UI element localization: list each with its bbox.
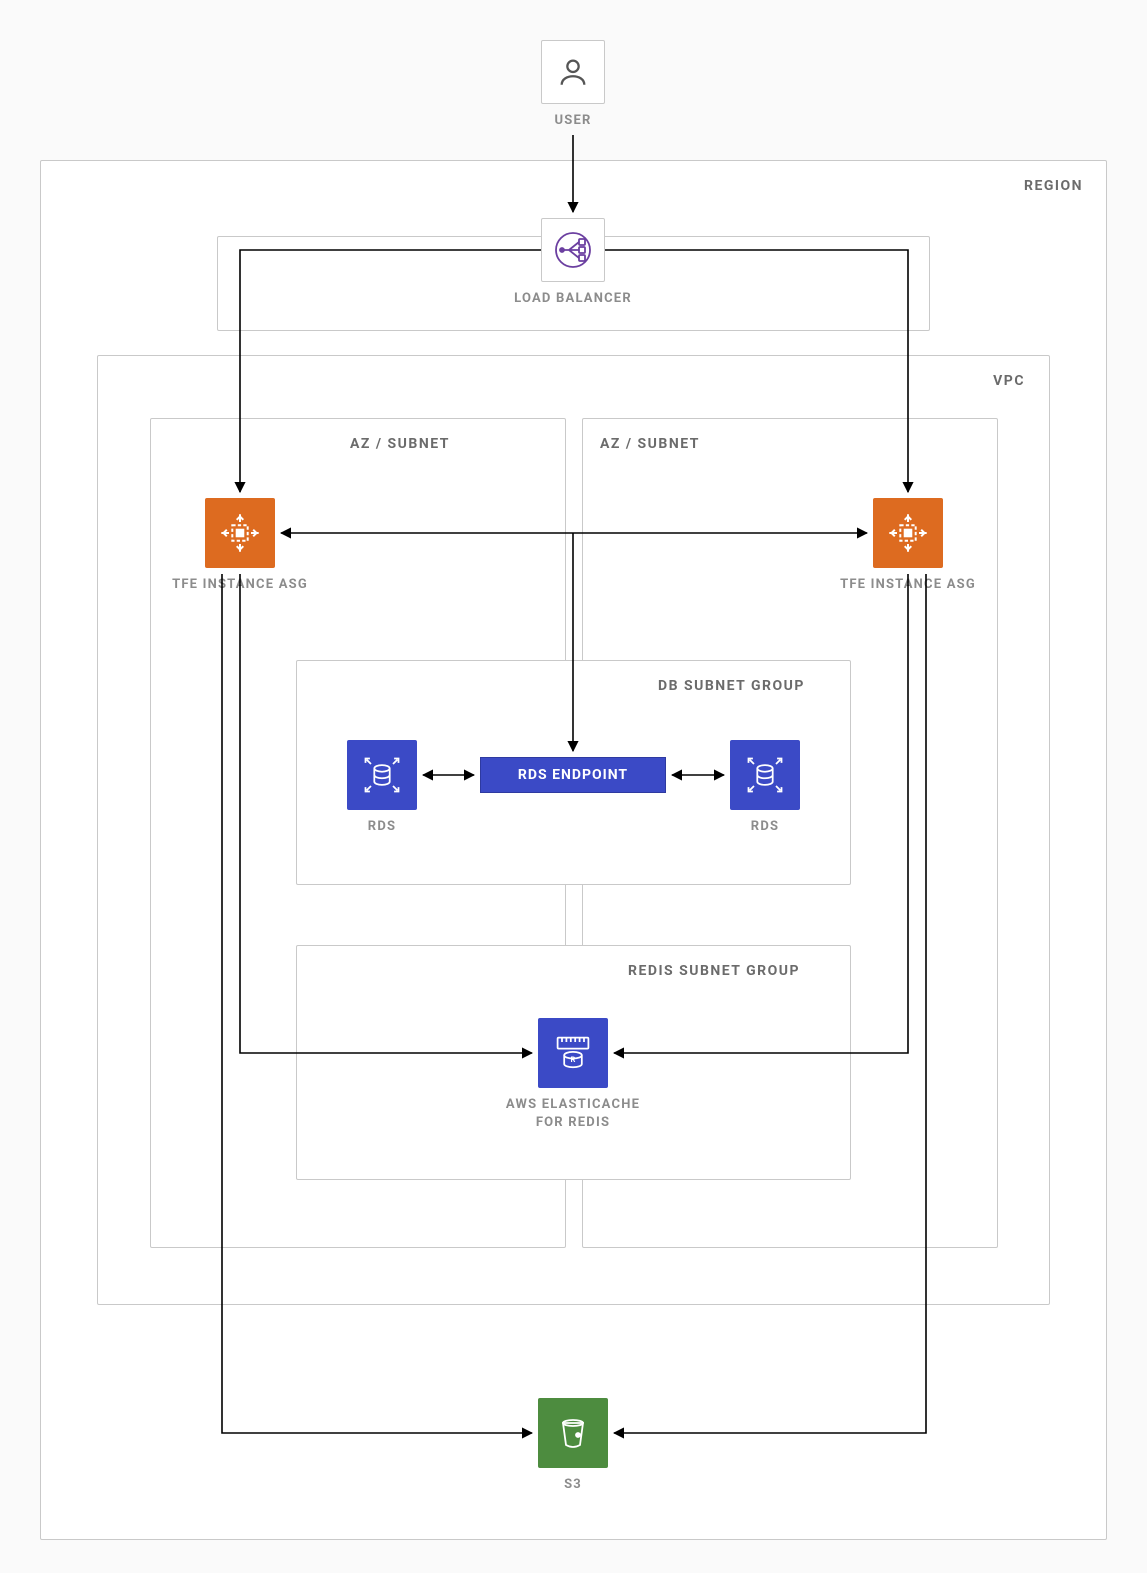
elasticache-icon: R [538,1018,608,1088]
tfe-left-icon [205,498,275,568]
region-label: REGION [1024,178,1083,194]
tfe-right-icon [873,498,943,568]
svg-text:R: R [571,1055,576,1064]
rds-left-icon [347,740,417,810]
rds-endpoint-label: RDS ENDPOINT [518,767,628,783]
tfe-left-label: TFE INSTANCE ASG [160,576,320,594]
rds-endpoint: RDS ENDPOINT [480,757,666,793]
redis-subnet-label: REDIS SUBNET GROUP [628,963,800,979]
lb-icon [541,218,605,282]
tfe-right-label: TFE INSTANCE ASG [828,576,988,594]
elasticache-label: AWS ELASTICACHE FOR REDIS [488,1096,658,1131]
rds-left-label: RDS [347,818,417,836]
rds-right-icon [730,740,800,810]
user-label: USER [523,112,623,130]
rds-right-label: RDS [730,818,800,836]
s3-label: S3 [538,1476,608,1494]
az-right-label: AZ / SUBNET [600,436,700,452]
vpc-label: VPC [993,373,1025,389]
s3-icon [538,1398,608,1468]
db-subnet-label: DB SUBNET GROUP [658,678,805,694]
lb-label: LOAD BALANCER [498,290,648,308]
user-icon [541,40,605,104]
az-left-label: AZ / SUBNET [350,436,450,452]
